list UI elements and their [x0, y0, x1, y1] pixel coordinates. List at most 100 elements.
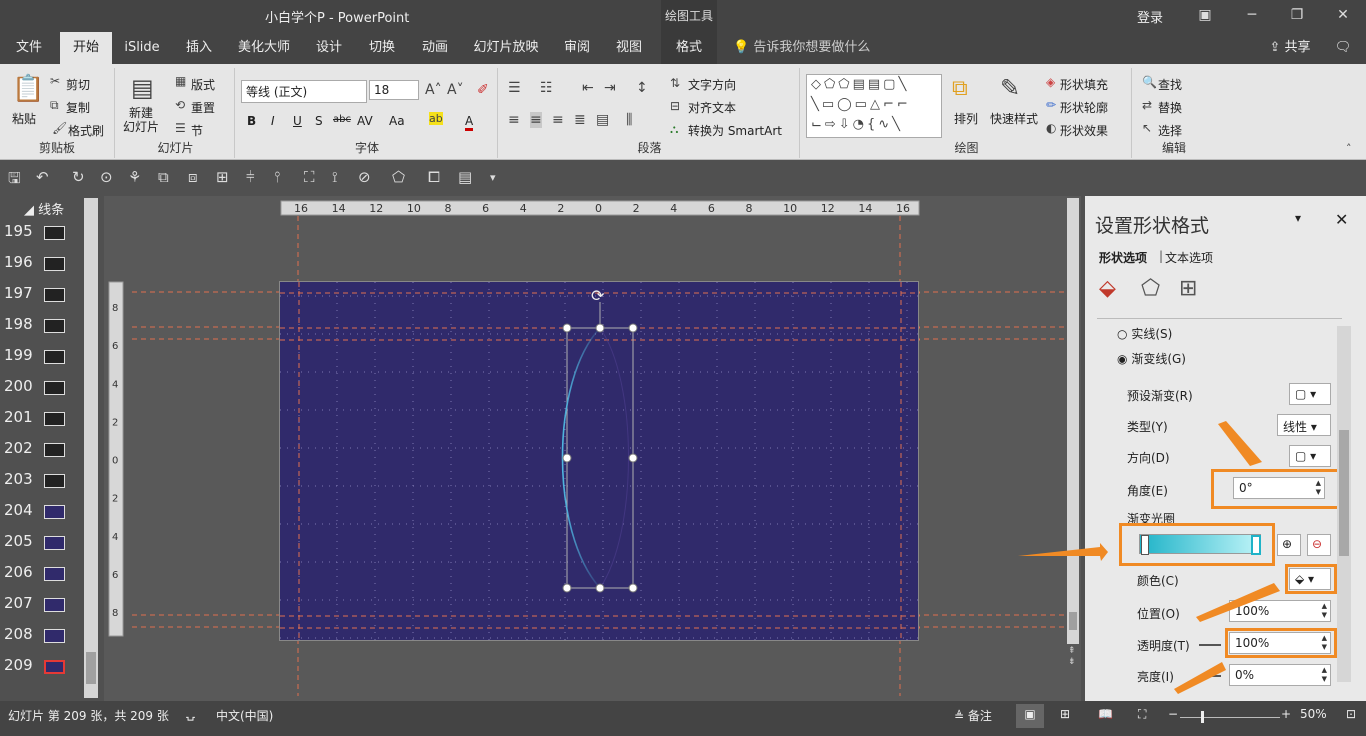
toolbar-tool-13-icon[interactable]: ▤: [458, 168, 472, 186]
slide-thumbnail[interactable]: [44, 412, 65, 426]
toolbar-tool-4-icon[interactable]: ⧈: [188, 168, 198, 186]
preset-gradient-picker[interactable]: ▢ ▾: [1289, 383, 1331, 405]
tab-islide[interactable]: iSlide: [118, 32, 166, 64]
paste-icon[interactable]: 📋: [12, 74, 44, 104]
toolbar-tool-9-icon[interactable]: ⟟: [332, 168, 338, 186]
tab-home[interactable]: 开始: [60, 32, 112, 64]
add-stop-icon[interactable]: ⊕: [1277, 534, 1301, 556]
tab-file[interactable]: 文件: [4, 32, 54, 64]
slide-thumbnail[interactable]: [44, 350, 65, 364]
brightness-spinner-icon[interactable]: ▲ ▼: [1322, 666, 1327, 684]
shapes-gallery[interactable]: ◇⬠⬠▤▤▢╲ ╲▭◯▭△⌐⌐ ⌙⇨⇩◔{∿╲: [806, 74, 942, 138]
share-button[interactable]: ⇪ 共享: [1264, 32, 1316, 64]
toolbar-tool-6-icon[interactable]: ⫩: [246, 168, 255, 186]
replace-button[interactable]: 替换: [1158, 99, 1182, 116]
slide-thumbnail-row[interactable]: 197: [0, 280, 84, 311]
close-icon[interactable]: ✕: [1331, 4, 1355, 26]
collapse-ribbon-icon[interactable]: ˄: [1346, 142, 1352, 155]
tab-animations[interactable]: 动画: [412, 32, 458, 64]
slide-thumbnail-row[interactable]: 209: [0, 652, 84, 683]
slide-thumbnail[interactable]: [44, 319, 65, 333]
slide-thumbnail[interactable]: [44, 257, 65, 271]
pane-options-dropdown-icon[interactable]: ▾: [1295, 211, 1301, 225]
pane-scroll-thumb[interactable]: [1339, 430, 1349, 556]
remove-stop-icon[interactable]: ⊖: [1307, 534, 1331, 556]
quick-styles-icon[interactable]: ✎: [1000, 74, 1020, 102]
slide-panel-scroll-thumb[interactable]: [86, 652, 96, 684]
slide-thumbnail-row[interactable]: 195: [0, 218, 84, 249]
slide-thumbnail-row[interactable]: 205: [0, 528, 84, 559]
slide-thumbnail[interactable]: [44, 598, 65, 612]
slide-thumbnail-row[interactable]: 202: [0, 435, 84, 466]
select-button[interactable]: 选择: [1158, 122, 1182, 139]
reading-view-icon[interactable]: 📖: [1098, 707, 1113, 721]
normal-view-icon[interactable]: ▣: [1016, 704, 1044, 728]
tab-text-options[interactable]: 文本选项: [1165, 249, 1213, 266]
format-painter-button[interactable]: 格式刷: [68, 122, 104, 139]
slide-thumbnail-row[interactable]: 196: [0, 249, 84, 280]
pane-close-icon[interactable]: ✕: [1335, 210, 1348, 229]
slide-thumbnail[interactable]: [44, 381, 65, 395]
slide-thumbnail[interactable]: [44, 288, 65, 302]
bullets-icon[interactable]: ☰: [508, 80, 521, 96]
arrange-icon[interactable]: ⧉: [952, 76, 968, 101]
line-spacing-icon[interactable]: ↕: [636, 80, 648, 96]
slide-thumbnail[interactable]: [44, 629, 65, 643]
tab-view[interactable]: 视图: [607, 32, 651, 64]
comments-icon[interactable]: 🗨: [1330, 32, 1356, 64]
slide-thumbnail[interactable]: [44, 226, 65, 240]
font-name-select[interactable]: 等线 (正文): [241, 80, 367, 103]
editor-scroll-thumb[interactable]: [1069, 612, 1077, 630]
align-text-button[interactable]: 对齐文本: [688, 99, 736, 116]
slide-thumbnail[interactable]: [44, 474, 65, 488]
new-slide-icon[interactable]: ▤: [131, 74, 154, 102]
size-properties-icon[interactable]: ⊞: [1179, 276, 1197, 301]
font-size-select[interactable]: 18: [369, 80, 419, 100]
slide-thumbnail-row[interactable]: 199: [0, 342, 84, 373]
zoom-in-icon[interactable]: +: [1281, 707, 1291, 721]
toolbar-tool-12-icon[interactable]: ⧠: [428, 168, 440, 186]
paste-button[interactable]: 粘贴: [12, 110, 36, 127]
slide-thumbnail-row[interactable]: 206: [0, 559, 84, 590]
reset-button[interactable]: 重置: [191, 99, 215, 116]
change-case-button[interactable]: Aa: [389, 114, 405, 128]
slide-thumbnail[interactable]: [44, 443, 65, 457]
editor-scrollbar[interactable]: [1067, 198, 1079, 644]
pane-scrollbar[interactable]: [1337, 326, 1351, 682]
justify-icon[interactable]: ≣: [574, 112, 586, 128]
underline-button[interactable]: U: [293, 114, 302, 128]
fill-line-icon[interactable]: ⬙: [1099, 276, 1116, 301]
tab-slideshow[interactable]: 幻灯片放映: [466, 32, 546, 64]
tell-me-box[interactable]: 💡 告诉我你想要做什么: [733, 32, 893, 64]
toolbar-tool-1-icon[interactable]: ⊙: [100, 168, 113, 186]
convert-smartart-button[interactable]: 转换为 SmartArt: [688, 122, 782, 139]
spelling-icon[interactable]: ⍽: [186, 707, 195, 721]
tab-insert[interactable]: 插入: [176, 32, 222, 64]
shadow-button[interactable]: S: [315, 114, 323, 128]
redo-icon[interactable]: ↻: [72, 168, 85, 186]
maximize-icon[interactable]: ❐: [1285, 4, 1309, 26]
brightness-input[interactable]: 0% ▲ ▼: [1229, 664, 1331, 686]
section-button[interactable]: 节: [191, 122, 203, 139]
char-spacing-button[interactable]: AV: [357, 114, 373, 128]
slide-thumbnail[interactable]: [44, 536, 65, 550]
rotate-handle-icon[interactable]: ⟳: [591, 286, 605, 305]
toolbar-tool-8-icon[interactable]: ⛶: [304, 168, 315, 186]
shrink-font-icon[interactable]: A˅: [447, 82, 464, 98]
align-left-icon[interactable]: ≡: [508, 112, 520, 128]
numbering-icon[interactable]: ☷: [540, 80, 553, 96]
clear-format-icon[interactable]: ✐: [477, 82, 489, 98]
bold-button[interactable]: B: [247, 114, 256, 128]
align-right-icon[interactable]: ≡: [552, 112, 564, 128]
arrange-button[interactable]: 排列: [954, 110, 978, 127]
slide-thumbnail-row[interactable]: 203: [0, 466, 84, 497]
ribbon-display-options-icon[interactable]: ▣: [1193, 4, 1217, 26]
find-button[interactable]: 查找: [1158, 76, 1182, 93]
effects-icon[interactable]: ⬠: [1141, 276, 1160, 301]
tab-format[interactable]: 格式: [661, 32, 717, 64]
slide-thumbnail-row[interactable]: 198: [0, 311, 84, 342]
slide-thumbnail-row[interactable]: 207: [0, 590, 84, 621]
slideshow-view-icon[interactable]: ⛶: [1138, 707, 1146, 722]
slide-thumbnail-row[interactable]: 204: [0, 497, 84, 528]
resize-handles[interactable]: [562, 323, 638, 593]
